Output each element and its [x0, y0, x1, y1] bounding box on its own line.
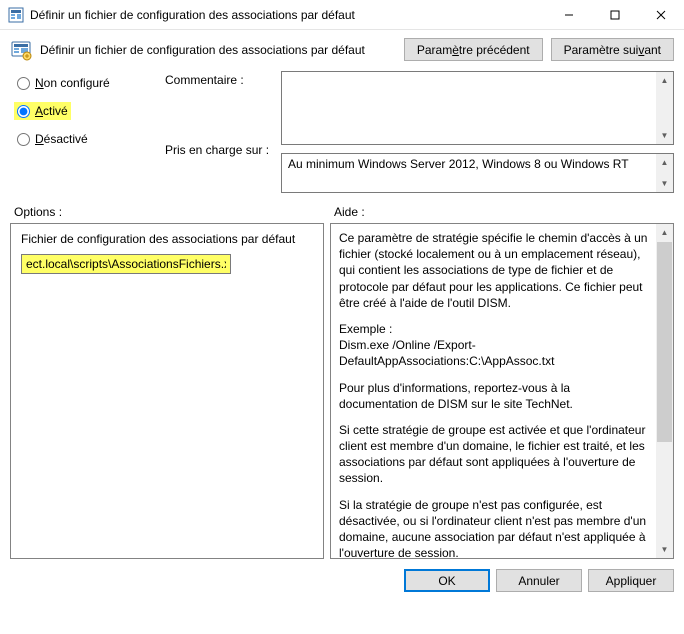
apply-button[interactable]: Appliquer: [588, 569, 674, 592]
radio-disabled-input[interactable]: [17, 133, 30, 146]
app-icon: [8, 7, 24, 23]
radio-not-configured[interactable]: Non configuré: [14, 74, 113, 92]
help-panel: Ce paramètre de stratégie spécifie le ch…: [330, 223, 674, 559]
supported-scrollbar[interactable]: ▲ ▼: [656, 154, 673, 192]
radio-enabled-input[interactable]: [17, 105, 30, 118]
minimize-button[interactable]: [546, 0, 592, 29]
next-setting-button[interactable]: Paramètre suivant: [551, 38, 674, 61]
comment-value: [282, 72, 656, 144]
options-label: Options :: [14, 205, 334, 219]
scroll-up-icon[interactable]: ▲: [656, 154, 673, 171]
section-labels: Options : Aide :: [0, 193, 684, 223]
config-file-label: Fichier de configuration des association…: [21, 232, 313, 246]
comment-label: Commentaire :: [165, 73, 275, 87]
field-values: ▲ ▼ Au minimum Windows Server 2012, Wind…: [281, 71, 674, 193]
supported-value: Au minimum Windows Server 2012, Windows …: [282, 154, 656, 192]
close-button[interactable]: [638, 0, 684, 29]
policy-header: Définir un fichier de configuration des …: [0, 30, 684, 67]
field-labels: Commentaire : Pris en charge sur :: [165, 71, 275, 193]
scroll-up-icon[interactable]: ▲: [656, 72, 673, 89]
options-panel: Fichier de configuration des association…: [10, 223, 324, 559]
comment-textarea[interactable]: ▲ ▼: [281, 71, 674, 145]
scroll-thumb[interactable]: [657, 242, 672, 442]
config-file-input[interactable]: [21, 254, 231, 274]
previous-setting-button[interactable]: Paramètre précédent: [404, 38, 543, 61]
window-controls: [546, 0, 684, 29]
help-label: Aide :: [334, 205, 365, 219]
radio-not-configured-input[interactable]: [17, 77, 30, 90]
cancel-button[interactable]: Annuler: [496, 569, 582, 592]
radio-enabled[interactable]: Activé: [14, 102, 71, 120]
state-radio-group: Non configuré Activé Désactivé: [14, 71, 159, 193]
scroll-up-icon[interactable]: ▲: [656, 224, 673, 241]
policy-icon: [10, 39, 32, 61]
policy-heading: Définir un fichier de configuration des …: [40, 43, 396, 57]
scroll-down-icon[interactable]: ▼: [656, 175, 673, 192]
ok-button[interactable]: OK: [404, 569, 490, 592]
supported-label: Pris en charge sur :: [165, 143, 275, 157]
maximize-button[interactable]: [592, 0, 638, 29]
scroll-down-icon[interactable]: ▼: [656, 541, 673, 558]
supported-textarea: Au minimum Windows Server 2012, Windows …: [281, 153, 674, 193]
radio-disabled[interactable]: Désactivé: [14, 130, 91, 148]
titlebar: Définir un fichier de configuration des …: [0, 0, 684, 30]
comment-scrollbar[interactable]: ▲ ▼: [656, 72, 673, 144]
dialog-footer: OK Annuler Appliquer: [0, 559, 684, 592]
scroll-down-icon[interactable]: ▼: [656, 127, 673, 144]
help-text: Ce paramètre de stratégie spécifie le ch…: [331, 224, 656, 558]
help-scrollbar[interactable]: ▲ ▼: [656, 224, 673, 558]
window-title: Définir un fichier de configuration des …: [30, 8, 546, 22]
